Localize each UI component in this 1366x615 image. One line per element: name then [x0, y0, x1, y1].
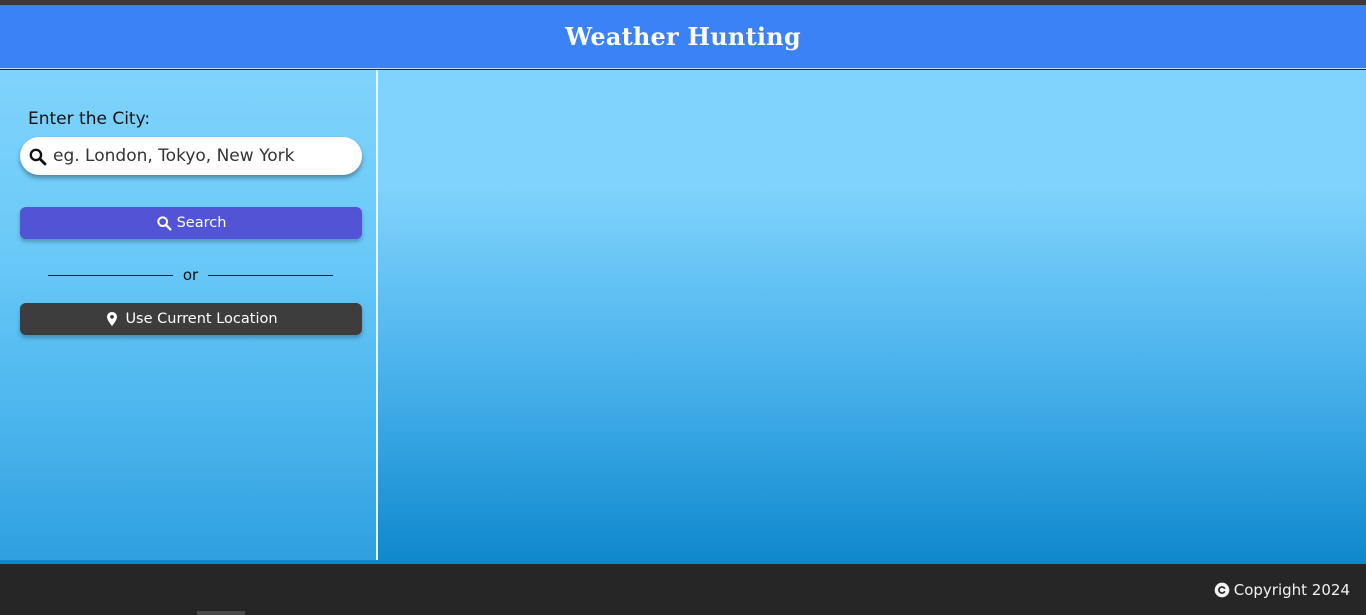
city-search-input[interactable] — [53, 146, 353, 166]
use-current-location-button[interactable]: Use Current Location — [20, 303, 362, 335]
or-divider: or — [48, 265, 334, 285]
weather-content-area — [380, 70, 1366, 564]
divider-line-left — [48, 274, 173, 276]
copyright-text: Copyright 2024 — [1233, 580, 1350, 599]
taskbar-indicator — [197, 611, 245, 615]
divider-line-right — [208, 274, 334, 276]
search-icon — [29, 148, 47, 165]
copyright-icon — [1214, 582, 1230, 597]
app-title: Weather Hunting — [565, 22, 801, 51]
app-header: Weather Hunting — [0, 5, 1366, 69]
divider-text: or — [182, 266, 199, 284]
sidebar: Enter the City: Search or — [0, 70, 378, 560]
map-pin-icon — [107, 312, 118, 326]
city-label: Enter the City: — [28, 109, 151, 129]
search-button-label: Search — [176, 215, 227, 231]
search-icon — [156, 216, 172, 231]
footer: Copyright 2024 — [0, 564, 1366, 615]
main-area: Enter the City: Search or — [0, 70, 1366, 564]
search-button[interactable]: Search — [20, 207, 362, 239]
location-button-label: Use Current Location — [125, 311, 278, 327]
copyright-notice: Copyright 2024 — [1214, 581, 1350, 599]
city-search-box[interactable] — [20, 137, 362, 175]
